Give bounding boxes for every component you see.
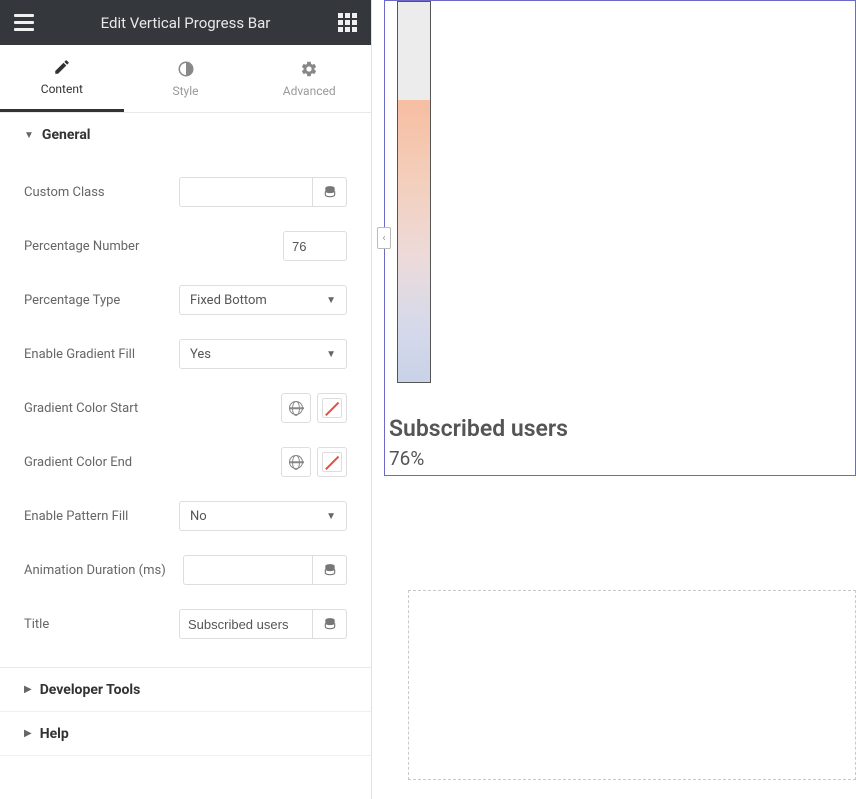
- contrast-icon: [177, 60, 195, 78]
- global-color-button[interactable]: [281, 447, 311, 477]
- enable-pattern-select[interactable]: No ▼: [179, 501, 347, 531]
- control-gradient-end: Gradient Color End: [24, 435, 347, 489]
- section-general-header[interactable]: ▼ General: [0, 113, 371, 157]
- dynamic-tags-button[interactable]: [313, 609, 347, 639]
- drag-handle-left[interactable]: ‹: [377, 227, 391, 249]
- animation-duration-label: Animation Duration (ms): [24, 563, 183, 578]
- pencil-icon: [53, 58, 71, 76]
- control-title: Title: [24, 597, 347, 651]
- database-icon: [323, 617, 337, 631]
- section-help-title: Help: [40, 726, 69, 742]
- color-picker-end[interactable]: [317, 447, 347, 477]
- progress-bar-percent: 76%: [389, 447, 424, 470]
- control-gradient-start: Gradient Color Start: [24, 381, 347, 435]
- percentage-number-input[interactable]: [283, 231, 347, 261]
- percentage-type-value: Fixed Bottom: [190, 293, 267, 308]
- progress-bar-title: Subscribed users: [389, 415, 568, 442]
- editor-sidebar: Edit Vertical Progress Bar Content Style…: [0, 0, 372, 799]
- custom-class-label: Custom Class: [24, 185, 179, 200]
- enable-gradient-label: Enable Gradient Fill: [24, 347, 179, 362]
- gradient-start-label: Gradient Color Start: [24, 401, 281, 416]
- tab-advanced[interactable]: Advanced: [247, 45, 371, 112]
- database-icon: [323, 563, 337, 577]
- color-picker-start[interactable]: [317, 393, 347, 423]
- tab-content-label: Content: [41, 82, 83, 96]
- editor-header: Edit Vertical Progress Bar: [0, 0, 371, 45]
- title-label: Title: [24, 617, 179, 632]
- globe-icon: [289, 401, 303, 415]
- empty-section-placeholder[interactable]: [408, 590, 856, 780]
- gradient-end-label: Gradient Color End: [24, 455, 281, 470]
- hamburger-menu-icon[interactable]: [10, 9, 38, 37]
- tab-style[interactable]: Style: [124, 45, 248, 112]
- preview-canvas: ‹ Subscribed users 76%: [372, 0, 856, 799]
- global-color-button[interactable]: [281, 393, 311, 423]
- control-percentage-number: Percentage Number: [24, 219, 347, 273]
- title-input[interactable]: [179, 609, 313, 639]
- control-enable-gradient: Enable Gradient Fill Yes ▼: [24, 327, 347, 381]
- editor-tabs: Content Style Advanced: [0, 45, 371, 113]
- no-color-icon: [322, 398, 342, 418]
- controls-panel: ▼ General Custom Class Percentage Number: [0, 113, 371, 799]
- dynamic-tags-button[interactable]: [313, 177, 347, 207]
- section-help-header[interactable]: ▶ Help: [0, 712, 371, 756]
- no-color-icon: [322, 452, 342, 472]
- percentage-type-select[interactable]: Fixed Bottom ▼: [179, 285, 347, 315]
- control-animation-duration: Animation Duration (ms): [24, 543, 347, 597]
- chevron-down-icon: ▼: [326, 511, 336, 522]
- animation-duration-input[interactable]: [183, 555, 313, 585]
- widget-selection-frame[interactable]: ‹ Subscribed users 76%: [384, 0, 856, 476]
- tab-advanced-label: Advanced: [283, 84, 336, 98]
- caret-right-icon: ▶: [24, 728, 32, 739]
- header-title: Edit Vertical Progress Bar: [38, 14, 333, 32]
- progress-bar-fill: [398, 100, 430, 382]
- enable-gradient-value: Yes: [190, 347, 211, 362]
- control-enable-pattern: Enable Pattern Fill No ▼: [24, 489, 347, 543]
- database-icon: [323, 185, 337, 199]
- apps-grid-icon[interactable]: [333, 9, 361, 37]
- chevron-down-icon: ▼: [326, 295, 336, 306]
- enable-gradient-select[interactable]: Yes ▼: [179, 339, 347, 369]
- tab-style-label: Style: [173, 84, 199, 98]
- caret-down-icon: ▼: [24, 130, 34, 141]
- globe-icon: [289, 455, 303, 469]
- custom-class-input[interactable]: [179, 177, 313, 207]
- control-percentage-type: Percentage Type Fixed Bottom ▼: [24, 273, 347, 327]
- enable-pattern-value: No: [190, 509, 207, 524]
- progress-bar-track: [397, 1, 431, 383]
- gear-icon: [300, 60, 318, 78]
- section-general-body: Custom Class Percentage Number Percentag…: [0, 157, 371, 668]
- section-developer-tools-title: Developer Tools: [40, 682, 141, 698]
- caret-right-icon: ▶: [24, 684, 32, 695]
- dynamic-tags-button[interactable]: [313, 555, 347, 585]
- enable-pattern-label: Enable Pattern Fill: [24, 509, 179, 524]
- percentage-type-label: Percentage Type: [24, 293, 179, 308]
- section-general-title: General: [42, 127, 91, 143]
- section-developer-tools-header[interactable]: ▶ Developer Tools: [0, 668, 371, 712]
- control-custom-class: Custom Class: [24, 165, 347, 219]
- percentage-number-label: Percentage Number: [24, 239, 283, 254]
- tab-content[interactable]: Content: [0, 45, 124, 112]
- chevron-down-icon: ▼: [326, 349, 336, 360]
